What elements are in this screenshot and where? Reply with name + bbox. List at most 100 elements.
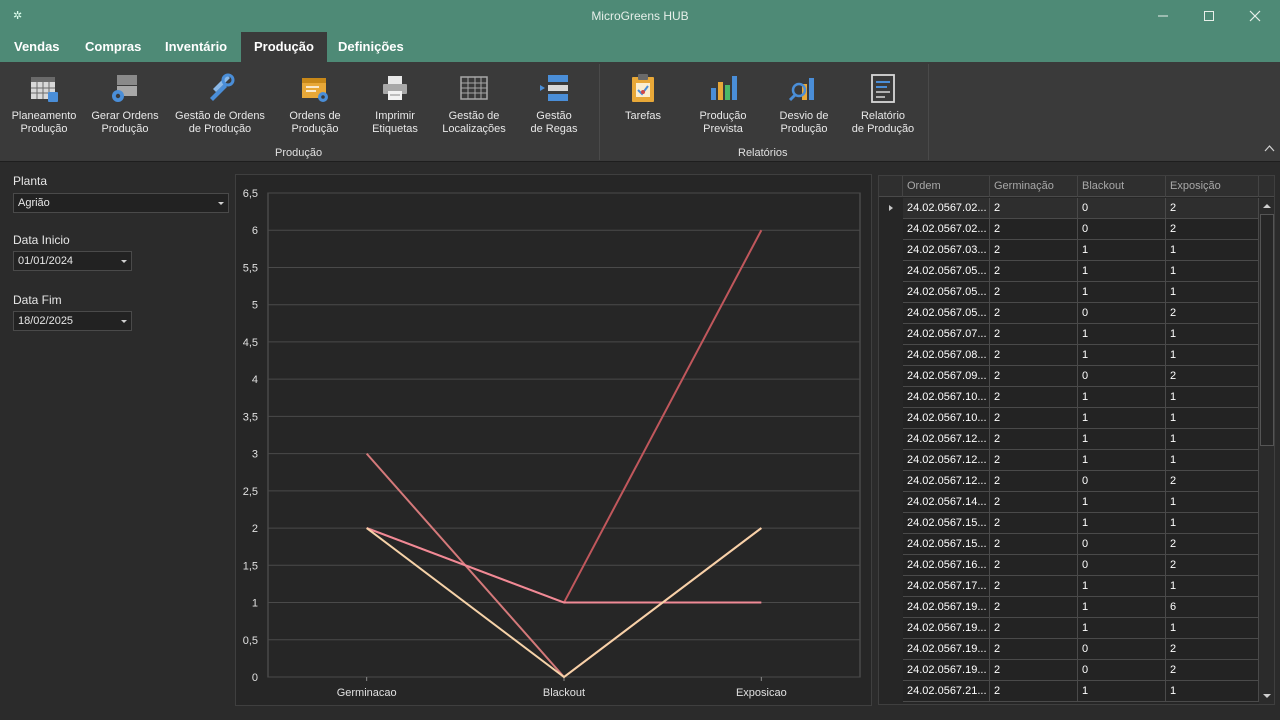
cell-ordem[interactable]: 24.02.0567.12... xyxy=(903,429,990,450)
cell-blackout[interactable]: 1 xyxy=(1078,576,1166,597)
cell-ordem[interactable]: 24.02.0567.19... xyxy=(903,618,990,639)
table-row[interactable]: 24.02.0567.05... 2 0 2 xyxy=(879,303,1259,324)
cell-blackout[interactable]: 1 xyxy=(1078,240,1166,261)
cell-germinacao[interactable]: 2 xyxy=(990,198,1078,219)
cell-ordem[interactable]: 24.02.0567.09... xyxy=(903,366,990,387)
row-indicator[interactable] xyxy=(879,597,903,618)
cell-ordem[interactable]: 24.02.0567.15... xyxy=(903,513,990,534)
cell-blackout[interactable]: 1 xyxy=(1078,492,1166,513)
ordens-producao-button[interactable]: Ordens de Produção xyxy=(280,72,350,136)
cell-blackout[interactable]: 0 xyxy=(1078,639,1166,660)
table-row[interactable]: 24.02.0567.09... 2 0 2 xyxy=(879,366,1259,387)
cell-blackout[interactable]: 1 xyxy=(1078,618,1166,639)
cell-exposicao[interactable]: 1 xyxy=(1166,450,1259,471)
vertical-scrollbar[interactable] xyxy=(1259,198,1274,704)
cell-exposicao[interactable]: 1 xyxy=(1166,681,1259,702)
cell-blackout[interactable]: 0 xyxy=(1078,471,1166,492)
table-row[interactable]: 24.02.0567.14... 2 1 1 xyxy=(879,492,1259,513)
cell-exposicao[interactable]: 2 xyxy=(1166,198,1259,219)
planeamento-producao-button[interactable]: Planeamento Produção xyxy=(5,72,83,136)
row-indicator[interactable] xyxy=(879,681,903,702)
row-indicator[interactable] xyxy=(879,471,903,492)
table-row[interactable]: 24.02.0567.10... 2 1 1 xyxy=(879,408,1259,429)
tab-compras[interactable]: Compras xyxy=(72,32,154,62)
gestao-regas-button[interactable]: Gestão de Regas xyxy=(522,72,586,136)
cell-ordem[interactable]: 24.02.0567.12... xyxy=(903,471,990,492)
row-indicator[interactable] xyxy=(879,345,903,366)
cell-exposicao[interactable]: 1 xyxy=(1166,345,1259,366)
cell-exposicao[interactable]: 1 xyxy=(1166,429,1259,450)
gerar-ordens-producao-button[interactable]: Gerar Ordens Produção xyxy=(86,72,164,136)
cell-blackout[interactable]: 1 xyxy=(1078,513,1166,534)
cell-exposicao[interactable]: 1 xyxy=(1166,387,1259,408)
cell-germinacao[interactable]: 2 xyxy=(990,282,1078,303)
cell-germinacao[interactable]: 2 xyxy=(990,450,1078,471)
cell-exposicao[interactable]: 1 xyxy=(1166,618,1259,639)
cell-ordem[interactable]: 24.02.0567.21... xyxy=(903,681,990,702)
cell-exposicao[interactable]: 6 xyxy=(1166,597,1259,618)
cell-exposicao[interactable]: 1 xyxy=(1166,513,1259,534)
maximize-button[interactable] xyxy=(1186,0,1232,32)
row-indicator[interactable] xyxy=(879,660,903,681)
cell-germinacao[interactable]: 2 xyxy=(990,471,1078,492)
table-row[interactable]: 24.02.0567.12... 2 1 1 xyxy=(879,450,1259,471)
row-indicator[interactable] xyxy=(879,219,903,240)
cell-germinacao[interactable]: 2 xyxy=(990,240,1078,261)
cell-ordem[interactable]: 24.02.0567.10... xyxy=(903,408,990,429)
minimize-button[interactable] xyxy=(1140,0,1186,32)
table-row[interactable]: 24.02.0567.08... 2 1 1 xyxy=(879,345,1259,366)
row-indicator[interactable] xyxy=(879,240,903,261)
table-row[interactable]: 24.02.0567.05... 2 1 1 xyxy=(879,261,1259,282)
column-header-exposicao[interactable]: Exposição xyxy=(1166,176,1259,197)
row-indicator[interactable] xyxy=(879,555,903,576)
cell-ordem[interactable]: 24.02.0567.03... xyxy=(903,240,990,261)
row-indicator[interactable] xyxy=(879,639,903,660)
cell-ordem[interactable]: 24.02.0567.08... xyxy=(903,345,990,366)
cell-ordem[interactable]: 24.02.0567.05... xyxy=(903,261,990,282)
row-indicator[interactable] xyxy=(879,450,903,471)
cell-germinacao[interactable]: 2 xyxy=(990,576,1078,597)
cell-germinacao[interactable]: 2 xyxy=(990,219,1078,240)
cell-exposicao[interactable]: 2 xyxy=(1166,303,1259,324)
row-indicator[interactable] xyxy=(879,492,903,513)
cell-blackout[interactable]: 1 xyxy=(1078,324,1166,345)
cell-ordem[interactable]: 24.02.0567.10... xyxy=(903,387,990,408)
cell-germinacao[interactable]: 2 xyxy=(990,366,1078,387)
cell-exposicao[interactable]: 2 xyxy=(1166,219,1259,240)
tab-vendas[interactable]: Vendas xyxy=(1,32,73,62)
cell-exposicao[interactable]: 2 xyxy=(1166,639,1259,660)
cell-germinacao[interactable]: 2 xyxy=(990,681,1078,702)
scrollbar-thumb[interactable] xyxy=(1260,214,1274,446)
desvio-producao-button[interactable]: Desvio de Produção xyxy=(772,72,836,136)
column-header-blackout[interactable]: Blackout xyxy=(1078,176,1166,197)
cell-ordem[interactable]: 24.02.0567.16... xyxy=(903,555,990,576)
cell-exposicao[interactable]: 2 xyxy=(1166,555,1259,576)
row-indicator[interactable] xyxy=(879,282,903,303)
cell-blackout[interactable]: 0 xyxy=(1078,198,1166,219)
cell-blackout[interactable]: 1 xyxy=(1078,408,1166,429)
cell-germinacao[interactable]: 2 xyxy=(990,303,1078,324)
cell-exposicao[interactable]: 1 xyxy=(1166,576,1259,597)
row-indicator[interactable] xyxy=(879,576,903,597)
cell-ordem[interactable]: 24.02.0567.15... xyxy=(903,534,990,555)
cell-blackout[interactable]: 0 xyxy=(1078,303,1166,324)
cell-ordem[interactable]: 24.02.0567.12... xyxy=(903,450,990,471)
table-row[interactable]: 24.02.0567.21... 2 1 1 xyxy=(879,681,1259,702)
cell-ordem[interactable]: 24.02.0567.02... xyxy=(903,198,990,219)
cell-blackout[interactable]: 1 xyxy=(1078,450,1166,471)
cell-exposicao[interactable]: 2 xyxy=(1166,471,1259,492)
table-row[interactable]: 24.02.0567.19... 2 0 2 xyxy=(879,660,1259,681)
table-row[interactable]: 24.02.0567.19... 2 1 1 xyxy=(879,618,1259,639)
cell-exposicao[interactable]: 1 xyxy=(1166,240,1259,261)
cell-germinacao[interactable]: 2 xyxy=(990,513,1078,534)
cell-blackout[interactable]: 0 xyxy=(1078,366,1166,387)
cell-exposicao[interactable]: 1 xyxy=(1166,282,1259,303)
row-indicator[interactable] xyxy=(879,408,903,429)
table-row[interactable]: 24.02.0567.12... 2 1 1 xyxy=(879,429,1259,450)
table-row[interactable]: 24.02.0567.02... 2 0 2 xyxy=(879,219,1259,240)
cell-germinacao[interactable]: 2 xyxy=(990,597,1078,618)
row-indicator[interactable] xyxy=(879,618,903,639)
table-row[interactable]: 24.02.0567.02... 2 0 2 xyxy=(879,198,1259,219)
cell-exposicao[interactable]: 2 xyxy=(1166,534,1259,555)
cell-exposicao[interactable]: 1 xyxy=(1166,492,1259,513)
